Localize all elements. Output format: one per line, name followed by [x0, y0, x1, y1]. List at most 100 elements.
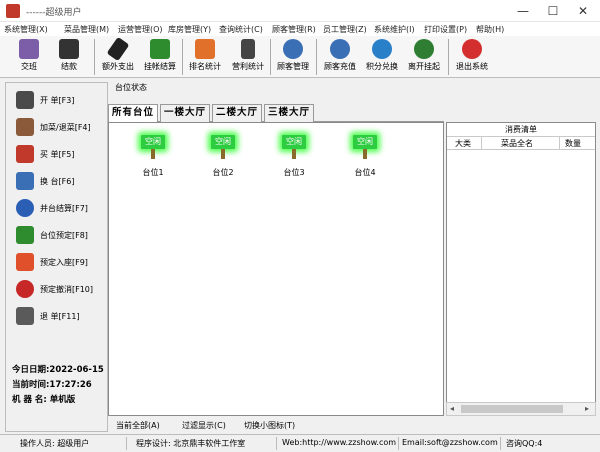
- hourglass-icon: [414, 39, 434, 59]
- profit-stats-icon: [241, 39, 255, 59]
- window-title: ------超级用户: [26, 8, 82, 18]
- column-quantity[interactable]: 数量: [565, 138, 581, 149]
- seat-name: 台位4: [354, 168, 376, 177]
- current-date: 今日日期:2022-06-15: [12, 365, 104, 375]
- sidebar-item-checkout[interactable]: 买 单[F5]: [12, 143, 104, 165]
- extra-expense-icon: [106, 36, 130, 62]
- toggle-small-icons-link[interactable]: 切换小图标(T): [244, 420, 295, 431]
- menu-print[interactable]: 打印设置(P): [424, 24, 467, 35]
- points-exchange-button[interactable]: 积分兑换: [362, 37, 402, 77]
- sidebar-item-reserve-table[interactable]: 台位预定[F8]: [12, 224, 104, 246]
- sidebar: 开 单[F3] 加菜/退菜[F4] 买 单[F5] 换 台[F6] 并台结算[F…: [5, 82, 108, 432]
- table-canvas: 空闲 台位1 空闲 台位2 空闲 台位3 空闲 台位4: [108, 122, 444, 416]
- menu-operations[interactable]: 运营管理(O): [118, 24, 163, 35]
- ranking-stats-button[interactable]: 排名统计: [185, 37, 225, 77]
- customer-recharge-icon: [330, 39, 350, 59]
- exit-system-button[interactable]: 退出系统: [452, 37, 492, 77]
- toolbar-divider: [270, 39, 271, 75]
- extra-expense-button[interactable]: 额外支出: [98, 36, 138, 77]
- shift-button[interactable]: 交班: [14, 37, 44, 77]
- settle-button[interactable]: 结款: [54, 37, 84, 77]
- table-seat[interactable]: 空闲 台位1: [129, 135, 177, 178]
- view-options: 当前全部(A) 过滤显示(C) 切换小图标(T): [110, 418, 446, 431]
- column-divider: [559, 137, 560, 150]
- sidebar-item-add-dish[interactable]: 加菜/退菜[F4]: [12, 116, 104, 138]
- credit-settle-button[interactable]: 挂帐结算: [140, 37, 180, 77]
- scroll-left-icon[interactable]: ◂: [450, 403, 454, 415]
- status-divider: [276, 437, 277, 450]
- filter-display-link[interactable]: 过滤显示(C): [182, 420, 226, 431]
- tab-third-floor[interactable]: 三楼大厅: [264, 104, 314, 122]
- column-dish-name[interactable]: 菜品全名: [501, 138, 533, 149]
- seat-pole: [363, 149, 367, 159]
- menu-system[interactable]: 系统管理(X): [4, 24, 48, 35]
- section-title: 台位状态: [115, 83, 147, 92]
- menu-maintenance[interactable]: 系统维护(I): [374, 24, 415, 35]
- menu-help[interactable]: 帮助(H): [476, 24, 504, 35]
- designer-label: 程序设计: 北京鼎丰软件工作室: [136, 439, 246, 448]
- seat-status-sign: 空闲: [141, 135, 165, 149]
- menu-staff[interactable]: 员工管理(Z): [323, 24, 367, 35]
- seat-status-sign: 空闲: [353, 135, 377, 149]
- close-button[interactable]: ✕: [568, 0, 598, 22]
- suspend-button[interactable]: 离开挂起: [404, 37, 444, 77]
- website-label: Web:http://www.zzshow.com: [282, 438, 397, 447]
- maximize-button[interactable]: ☐: [538, 0, 568, 22]
- sidebar-item-open-order[interactable]: 开 单[F3]: [12, 89, 104, 111]
- menu-bar: 系统管理(X) 菜品管理(M) 运营管理(O) 库房管理(Y) 查询统计(C) …: [0, 22, 600, 36]
- tab-first-floor[interactable]: 一楼大厅: [160, 104, 210, 122]
- reserve-table-icon: [16, 226, 34, 244]
- status-divider: [398, 437, 399, 450]
- current-time: 当前时间:17:27:26: [12, 380, 92, 390]
- show-all-link[interactable]: 当前全部(A): [116, 420, 160, 431]
- status-divider: [126, 437, 127, 450]
- title-bar: ------超级用户 — ☐ ✕: [0, 0, 600, 22]
- profit-stats-button[interactable]: 营利统计: [228, 37, 268, 77]
- scroll-right-icon[interactable]: ▸: [585, 403, 589, 415]
- table-seat[interactable]: 空闲 台位3: [270, 135, 318, 178]
- seat-name: 台位2: [212, 168, 234, 177]
- machine-name: 机 器 名: 单机版: [12, 395, 76, 405]
- toolbar-divider: [448, 39, 449, 75]
- consumption-title: 消费清单: [447, 123, 595, 137]
- ranking-stats-icon: [195, 39, 215, 59]
- menu-customers[interactable]: 顾客管理(R): [272, 24, 316, 35]
- customer-manage-button[interactable]: 顾客管理: [273, 37, 313, 77]
- sidebar-item-change-table[interactable]: 换 台[F6]: [12, 170, 104, 192]
- consumption-header: 大类 菜品全名 数量: [447, 137, 595, 150]
- reserve-seat-icon: [16, 253, 34, 271]
- consumption-list: 消费清单 大类 菜品全名 数量: [446, 122, 596, 416]
- customer-recharge-button[interactable]: 顾客充值: [320, 37, 360, 77]
- open-order-icon: [16, 91, 34, 109]
- tab-second-floor[interactable]: 二楼大厅: [212, 104, 262, 122]
- column-category[interactable]: 大类: [455, 138, 471, 149]
- floor-tabs: 所有台位 一楼大厅 二楼大厅 三楼大厅: [108, 104, 444, 123]
- toolbar-divider: [182, 39, 183, 75]
- seat-pole: [292, 149, 296, 159]
- sidebar-item-merge-table[interactable]: 并台结算[F7]: [12, 197, 104, 219]
- scrollbar-thumb[interactable]: [461, 405, 563, 413]
- tab-all-tables[interactable]: 所有台位: [108, 104, 158, 123]
- change-table-icon: [16, 172, 34, 190]
- consumption-scrollbar[interactable]: ◂ ▸: [446, 402, 596, 416]
- sidebar-item-cancel-reserve[interactable]: 预定撤消[F10]: [12, 278, 104, 300]
- credit-settle-icon: [150, 39, 170, 59]
- merge-table-icon: [16, 199, 34, 217]
- points-exchange-icon: [372, 39, 392, 59]
- menu-query[interactable]: 查询统计(C): [219, 24, 263, 35]
- table-seat[interactable]: 空闲 台位4: [341, 135, 389, 178]
- minimize-button[interactable]: —: [508, 0, 538, 22]
- sidebar-item-return-order[interactable]: 退 单[F11]: [12, 305, 104, 327]
- menu-dishes[interactable]: 菜品管理(M): [64, 24, 109, 35]
- return-order-icon: [16, 307, 34, 325]
- menu-warehouse[interactable]: 库房管理(Y): [168, 24, 211, 35]
- settle-money-icon: [59, 39, 79, 59]
- seat-status-sign: 空闲: [211, 135, 235, 149]
- seat-pole: [221, 149, 225, 159]
- seat-status-sign: 空闲: [282, 135, 306, 149]
- status-bar: 操作人员: 超级用户 程序设计: 北京鼎丰软件工作室 Web:http://ww…: [0, 434, 600, 452]
- toolbar-divider: [94, 39, 95, 75]
- table-seat[interactable]: 空闲 台位2: [199, 135, 247, 178]
- sidebar-item-reserve-seat[interactable]: 预定入座[F9]: [12, 251, 104, 273]
- seat-pole: [151, 149, 155, 159]
